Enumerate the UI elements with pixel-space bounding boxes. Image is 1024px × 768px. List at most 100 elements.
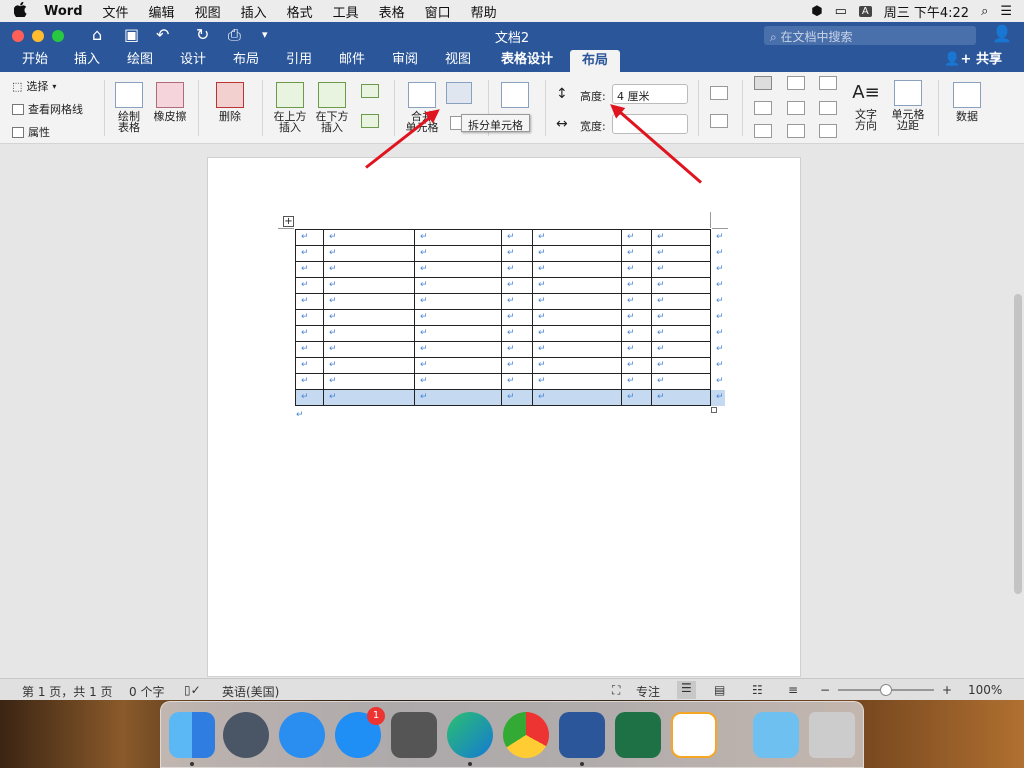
tab-table-layout[interactable]: 布局 <box>570 50 620 72</box>
table-cell[interactable]: ↵ <box>621 277 652 294</box>
table-cell[interactable]: ↵ <box>532 325 622 342</box>
spotlight-search-icon[interactable]: ⌕ <box>981 4 988 19</box>
table-row[interactable]: ↵ ↵ ↵ ↵ ↵ ↵ ↵ ↵ <box>295 245 725 262</box>
table-cell[interactable]: ↵ <box>323 229 415 246</box>
table-row[interactable]: ↵ ↵ ↵ ↵ ↵ ↵ ↵ ↵ <box>295 325 725 342</box>
table-cell[interactable]: ↵ <box>501 373 533 390</box>
table-cell[interactable]: ↵ <box>414 293 502 310</box>
table-cell[interactable]: ↵ <box>621 389 652 406</box>
table-cell[interactable]: ↵ <box>323 341 415 358</box>
align-bottom-right-button[interactable] <box>819 124 837 138</box>
insert-below-button[interactable]: 在下方 插入 <box>313 82 351 133</box>
table-cell[interactable]: ↵ <box>414 309 502 326</box>
table-cell[interactable]: ↵ <box>621 229 652 246</box>
table-cell[interactable]: ↵ <box>323 309 415 326</box>
text-direction-button[interactable]: A≡ 文字 方向 <box>848 80 884 131</box>
web-layout-icon[interactable]: ▤ <box>714 683 725 697</box>
table-cell[interactable]: ↵ <box>651 293 711 310</box>
table-cell[interactable]: ↵ <box>532 245 622 262</box>
tab-view[interactable]: 视图 <box>437 48 479 72</box>
table-cell[interactable]: ↵ <box>651 357 711 374</box>
data-button[interactable]: 数据 <box>946 82 988 122</box>
table-cell[interactable]: ↵ <box>532 389 622 406</box>
table-cell[interactable]: ↵ <box>621 325 652 342</box>
vertical-scrollbar[interactable] <box>1014 294 1022 594</box>
outline-view-icon[interactable]: ☷ <box>752 683 763 697</box>
table-cell[interactable]: ↵ <box>323 245 415 262</box>
zoom-in-icon[interactable]: + <box>942 683 952 697</box>
autofit-button[interactable] <box>497 82 533 111</box>
table-cell[interactable]: ↵ <box>621 373 652 390</box>
row-height-input[interactable]: 4 厘米 <box>612 84 688 104</box>
system-preferences-icon[interactable] <box>391 712 437 758</box>
table-cell[interactable]: ↵ <box>621 261 652 278</box>
properties-button[interactable]: 属性 <box>12 124 50 140</box>
table-cell[interactable]: ↵ <box>501 261 533 278</box>
print-layout-icon[interactable]: ☰ <box>677 681 696 699</box>
table-cell[interactable]: ↵ <box>651 341 711 358</box>
share-button[interactable]: 👤+ 共享 <box>944 48 1002 72</box>
table-cell[interactable]: ↵ <box>621 309 652 326</box>
select-button[interactable]: ⬚ 选择 ▾ <box>12 78 56 94</box>
table-cell[interactable]: ↵ <box>651 277 711 294</box>
table-cell[interactable]: ↵ <box>323 261 415 278</box>
table-cell[interactable]: ↵ <box>621 245 652 262</box>
apple-icon[interactable] <box>0 1 40 21</box>
tab-home[interactable]: 开始 <box>14 48 56 72</box>
table-cell[interactable]: ↵ <box>323 373 415 390</box>
focus-label[interactable]: 专注 <box>636 683 660 700</box>
insert-left-button[interactable] <box>361 84 379 98</box>
table-cell[interactable]: ↵ <box>295 293 324 310</box>
distribute-columns-button[interactable] <box>710 114 728 128</box>
insert-right-button[interactable] <box>361 114 379 128</box>
excel-icon[interactable] <box>615 712 661 758</box>
table-cell[interactable]: ↵ <box>532 261 622 278</box>
table-row[interactable]: ↵ ↵ ↵ ↵ ↵ ↵ ↵ ↵ <box>295 277 725 294</box>
delete-button[interactable]: 删除 <box>208 82 252 122</box>
table-cell[interactable]: ↵ <box>532 357 622 374</box>
tab-layout[interactable]: 布局 <box>225 48 267 72</box>
tab-review[interactable]: 审阅 <box>384 48 426 72</box>
table-cell[interactable]: ↵ <box>532 373 622 390</box>
menu-format[interactable]: 格式 <box>277 2 323 21</box>
align-top-right-button[interactable] <box>819 76 837 90</box>
tab-references[interactable]: 引用 <box>278 48 320 72</box>
zoom-out-icon[interactable]: − <box>820 683 830 697</box>
table-cell[interactable]: ↵ <box>651 229 711 246</box>
table-cell[interactable]: ↵ <box>501 389 533 406</box>
menu-edit[interactable]: 编辑 <box>139 2 185 21</box>
table-move-handle-icon[interactable]: + <box>283 216 294 227</box>
align-top-center-button[interactable] <box>787 76 805 90</box>
table-cell[interactable]: ↵ <box>621 341 652 358</box>
sketchbook-icon[interactable] <box>671 712 717 758</box>
finder-icon[interactable] <box>169 712 215 758</box>
safari-icon[interactable] <box>279 712 325 758</box>
table-cell[interactable]: ↵ <box>532 341 622 358</box>
table-cell[interactable]: ↵ <box>323 325 415 342</box>
table-cell[interactable]: ↵ <box>532 277 622 294</box>
distribute-rows-button[interactable] <box>710 86 728 100</box>
table-cell[interactable]: ↵ <box>295 309 324 326</box>
table-cell[interactable]: ↵ <box>532 309 622 326</box>
word-icon[interactable] <box>559 712 605 758</box>
table-cell[interactable]: ↵ <box>414 373 502 390</box>
tab-draw[interactable]: 绘图 <box>119 48 161 72</box>
table-cell[interactable]: ↵ <box>323 293 415 310</box>
table-resize-handle[interactable] <box>711 407 717 413</box>
control-center-icon[interactable]: ☰ <box>1000 4 1012 19</box>
table-cell[interactable]: ↵ <box>295 389 324 406</box>
table-cell[interactable]: ↵ <box>295 357 324 374</box>
table-cell[interactable]: ↵ <box>414 357 502 374</box>
word-count[interactable]: 0 个字 <box>129 683 164 700</box>
table-cell[interactable]: ↵ <box>414 245 502 262</box>
menu-help[interactable]: 帮助 <box>461 2 507 21</box>
table-cell[interactable]: ↵ <box>501 277 533 294</box>
search-input[interactable]: ⌕ 在文档中搜索 <box>764 26 976 45</box>
draft-view-icon[interactable]: ≡ <box>788 683 798 697</box>
tab-mailings[interactable]: 邮件 <box>331 48 373 72</box>
language-status[interactable]: 英语(美国) <box>222 683 279 700</box>
table-row[interactable]: ↵ ↵ ↵ ↵ ↵ ↵ ↵ ↵ <box>295 341 725 358</box>
menu-window[interactable]: 窗口 <box>415 2 461 21</box>
zoom-slider-thumb[interactable] <box>880 684 892 696</box>
table-cell[interactable]: ↵ <box>501 229 533 246</box>
